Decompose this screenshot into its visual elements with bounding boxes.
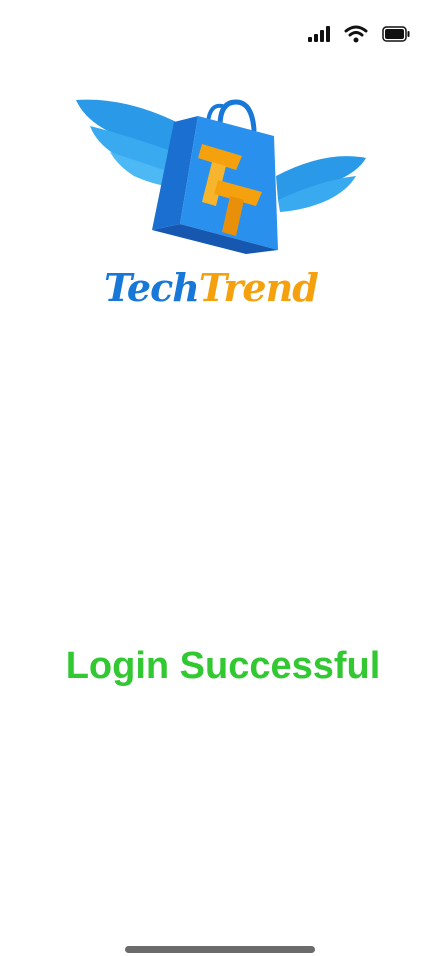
status-bar: [308, 22, 410, 46]
cellular-signal-icon: [308, 26, 330, 42]
right-wing: [276, 156, 366, 212]
brand-wordmark: TechTrend: [104, 262, 344, 314]
home-indicator[interactable]: [125, 946, 315, 953]
wifi-icon: [344, 25, 368, 43]
battery-icon: [382, 26, 410, 42]
brand-name-trend: Trend: [198, 265, 319, 310]
login-success-message: Login Successful: [65, 645, 381, 687]
brand-name-tech: Tech: [104, 265, 200, 310]
